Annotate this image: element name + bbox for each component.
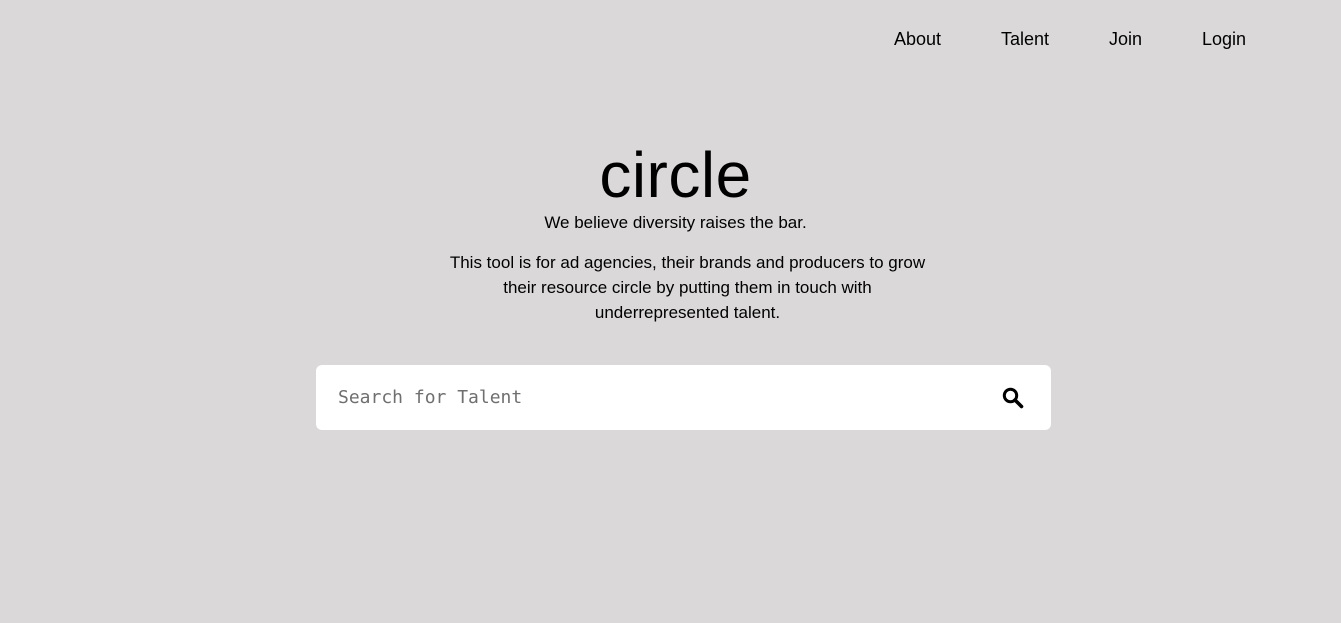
- description: This tool is for ad agencies, their bran…: [449, 253, 926, 322]
- nav-link-about[interactable]: About: [894, 28, 941, 50]
- nav-link-talent[interactable]: Talent: [1001, 28, 1049, 50]
- page: About Talent Join Login circle We believ…: [0, 0, 1341, 623]
- top-nav: About Talent Join Login: [0, 28, 1341, 50]
- site-title: circle: [599, 139, 752, 211]
- hero: circle We believe diversity raises the b…: [0, 138, 1341, 236]
- search-bar: [316, 365, 1051, 430]
- nav-link-join[interactable]: Join: [1109, 28, 1142, 50]
- tagline: We believe diversity raises the bar.: [544, 213, 807, 232]
- search-input[interactable]: [316, 365, 976, 430]
- search-icon: [1002, 387, 1030, 409]
- nav-link-login[interactable]: Login: [1202, 28, 1246, 50]
- search-button[interactable]: [1002, 384, 1030, 412]
